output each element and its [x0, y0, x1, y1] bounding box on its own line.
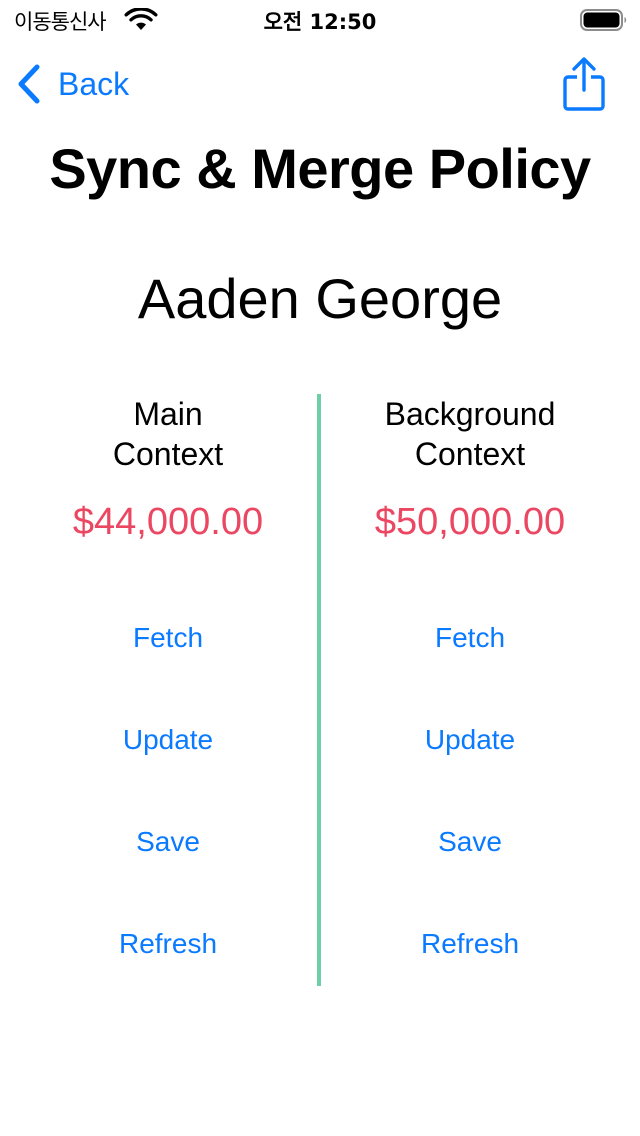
- person-name: Aaden George: [137, 267, 503, 330]
- amount-value: $44,000.00: [72, 501, 264, 543]
- context-title: Main Context: [112, 396, 224, 472]
- context-title: Background Context: [384, 396, 556, 472]
- navigation-bar: Back: [0, 44, 640, 124]
- page-title: Sync & Merge Policy: [49, 137, 591, 200]
- refresh-button[interactable]: Refresh: [18, 900, 318, 1002]
- status-bar: 이동통신사 오전 12:50: [0, 0, 640, 40]
- background-context-column: Background Context $50,000.00 Fetch Upda…: [320, 394, 620, 1002]
- status-time: 오전 12:50: [263, 10, 377, 34]
- fetch-button[interactable]: Fetch: [18, 594, 318, 696]
- refresh-button[interactable]: Refresh: [320, 900, 620, 1002]
- fetch-button[interactable]: Fetch: [320, 594, 620, 696]
- action-list: Fetch Update Save Refresh: [320, 594, 620, 1002]
- screen: 이동통신사 오전 12:50 Back Sync & Merge Policy …: [0, 0, 640, 1136]
- chevron-left-icon: [18, 64, 40, 104]
- action-list: Fetch Update Save Refresh: [18, 594, 318, 1002]
- update-button[interactable]: Update: [320, 696, 620, 798]
- save-button[interactable]: Save: [320, 798, 620, 900]
- main-context-column: Main Context $44,000.00 Fetch Update Sav…: [18, 394, 318, 1002]
- share-icon[interactable]: [560, 56, 608, 112]
- back-label: Back: [58, 65, 130, 102]
- back-button[interactable]: Back: [14, 60, 129, 108]
- update-button[interactable]: Update: [18, 696, 318, 798]
- amount-value: $50,000.00: [374, 501, 566, 543]
- battery-icon: [580, 9, 627, 31]
- save-button[interactable]: Save: [18, 798, 318, 900]
